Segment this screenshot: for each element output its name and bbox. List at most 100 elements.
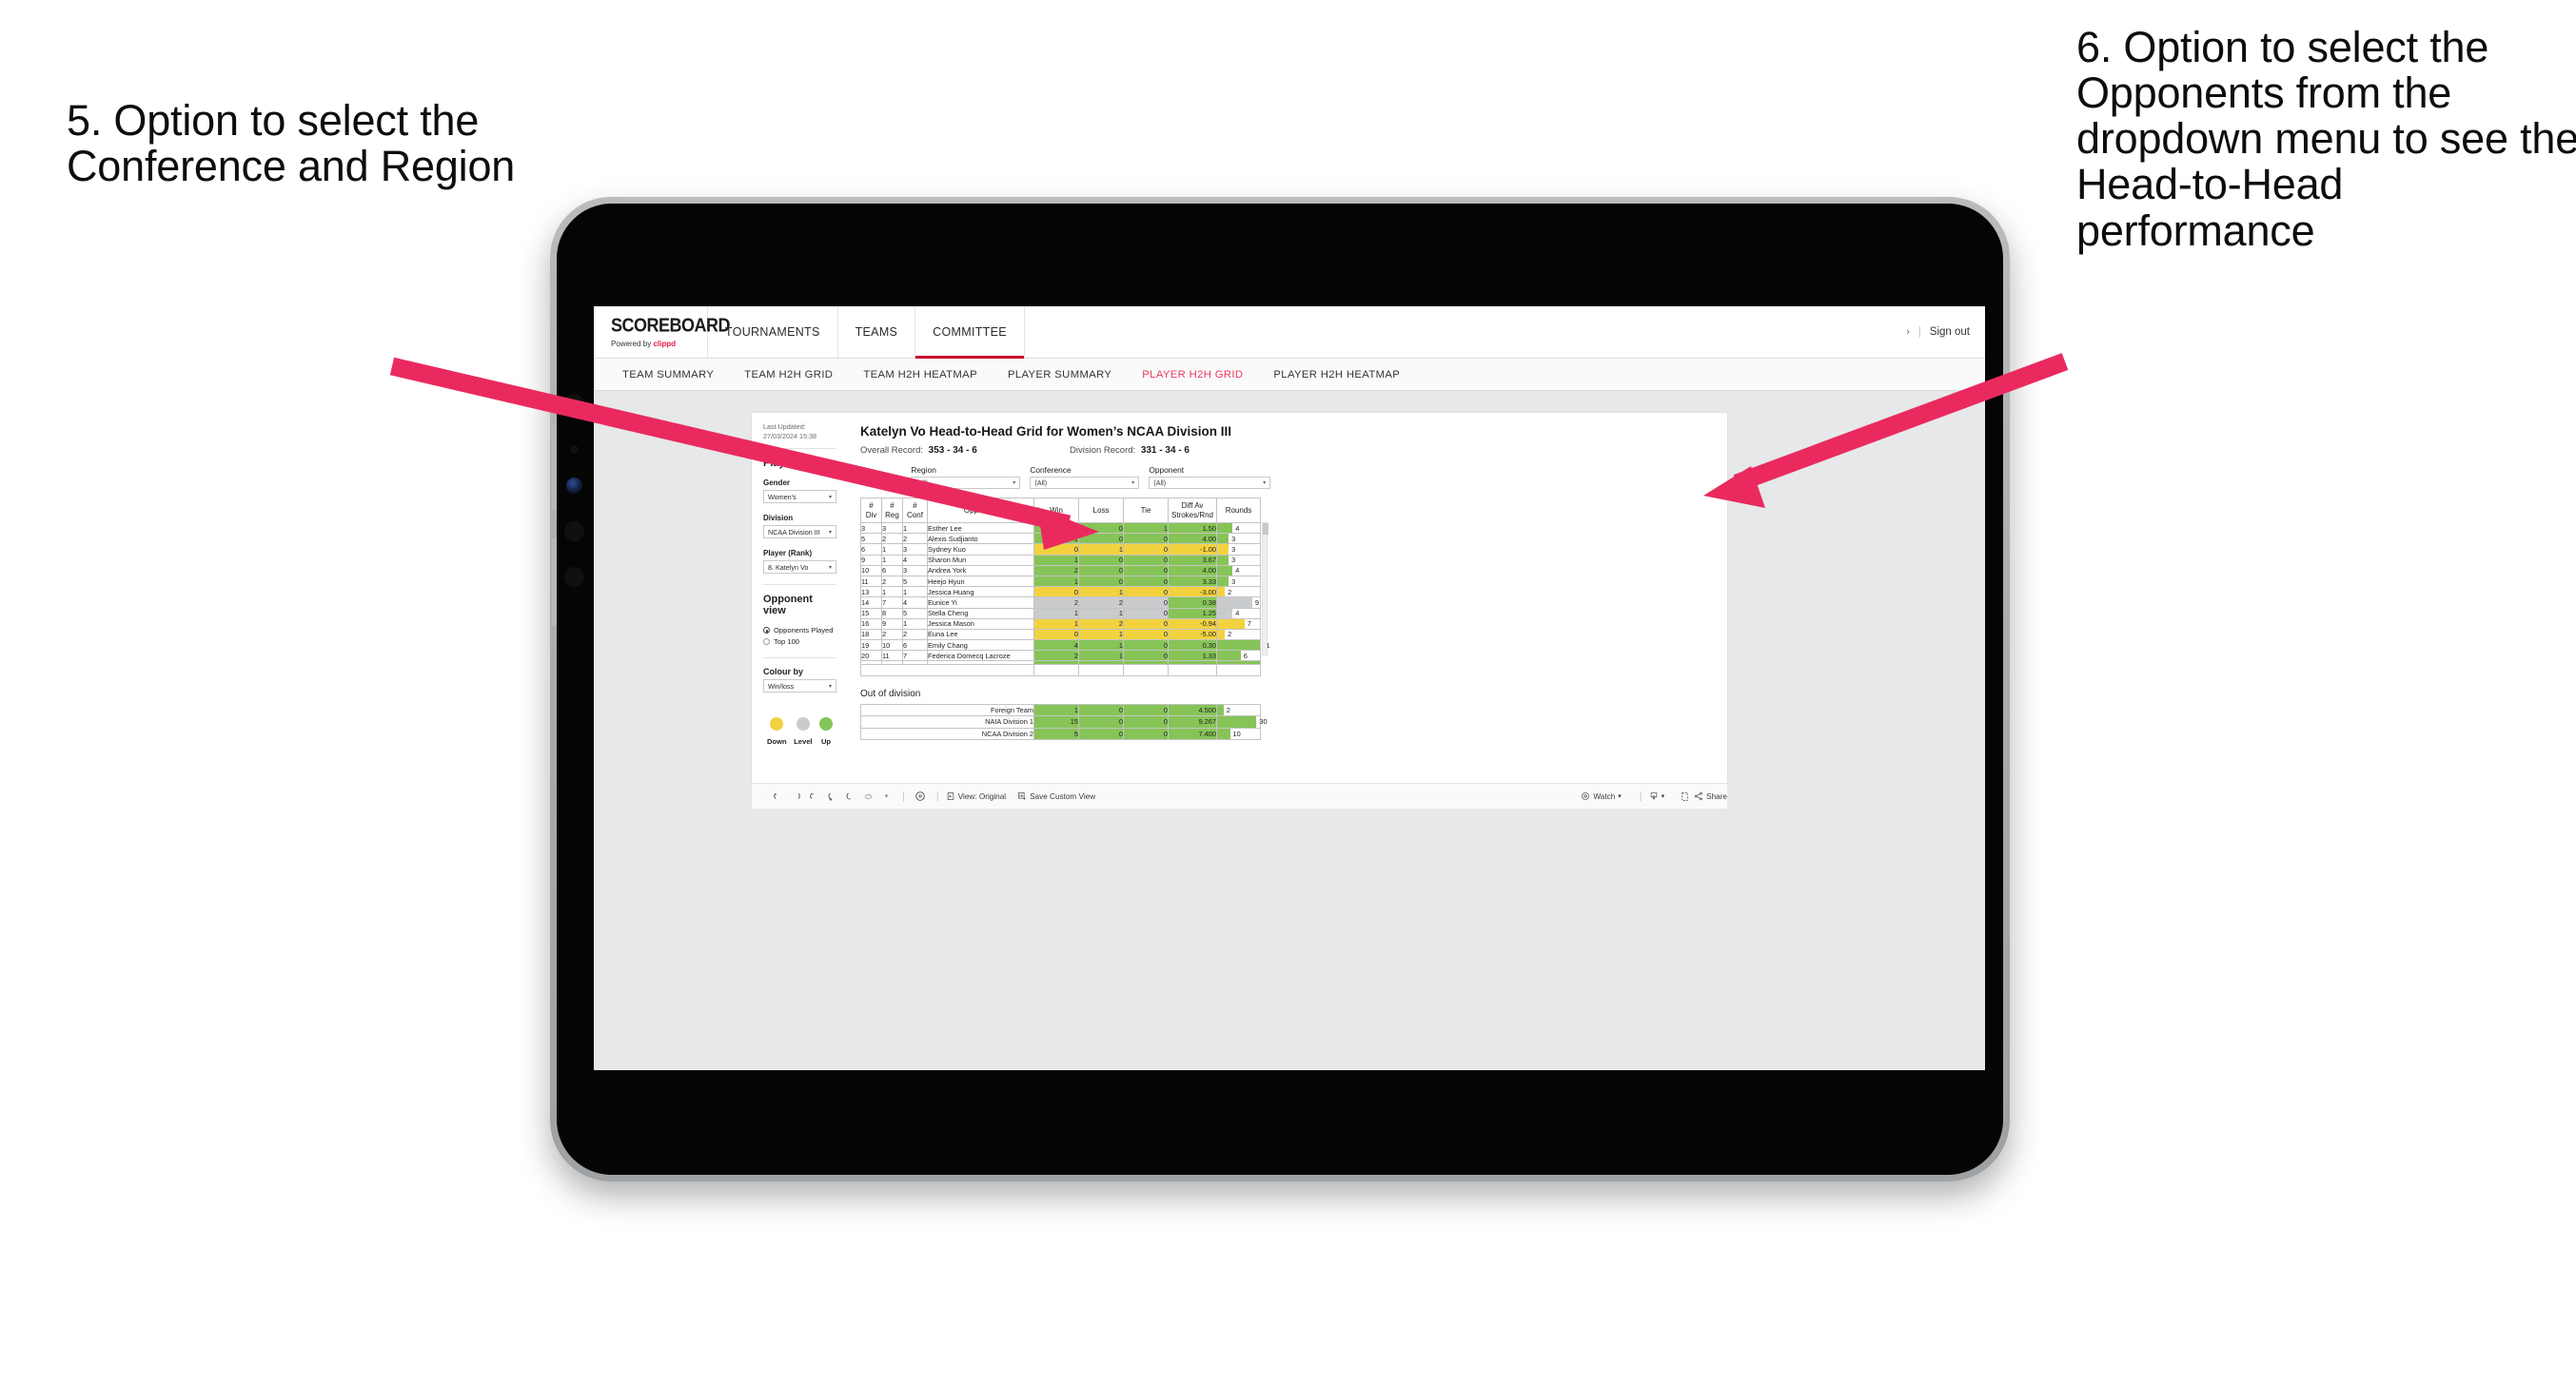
table-scrollbar-thumb[interactable] <box>1263 523 1268 535</box>
legend-label-up: Up <box>820 737 832 747</box>
sign-out-link[interactable]: Sign out <box>1930 326 1970 338</box>
app-logo[interactable]: SCOREBOARD Powered by clippd <box>594 306 731 358</box>
pause-refresh-icon[interactable] <box>841 791 859 802</box>
player-rank-value: 8. Katelyn Vo <box>768 562 809 572</box>
cell-tie: 0 <box>1123 650 1169 662</box>
download-button[interactable]: ▾ <box>1649 791 1664 801</box>
ood-cell-rounds: 2 <box>1216 703 1261 717</box>
opponent-value: (All) <box>1153 478 1167 487</box>
sidebar-divider-1 <box>763 448 836 450</box>
save-custom-view-button[interactable]: Save Custom View <box>1017 791 1095 801</box>
conference-select[interactable]: (All) ▾ <box>1030 477 1140 489</box>
view-original-label: View: Original <box>957 791 1007 801</box>
nav-tab-committee[interactable]: COMMITTEE <box>915 306 1025 359</box>
cell-rounds: 2 <box>1216 628 1261 641</box>
radio-selected-icon <box>763 627 770 634</box>
cell-conf: 6 <box>902 639 928 652</box>
share-button[interactable]: Share <box>1694 791 1727 801</box>
nav-tab-teams[interactable]: TEAMS <box>838 306 916 358</box>
table-row[interactable]: 15 8 5 Stella Cheng 1 1 0 1.25 4 <box>860 607 1261 619</box>
nav-tab-tournaments[interactable]: TOURNAMENTS <box>708 306 838 358</box>
table-scrollbar[interactable] <box>1262 522 1268 655</box>
cell-tie: 0 <box>1123 575 1169 588</box>
table-row[interactable]: 20 11 7 Federica Domecq Lacroze 2 1 0 1.33 6 <box>860 650 1261 662</box>
cell-loss: 2 <box>1078 596 1124 609</box>
cell-tie: 1 <box>1123 521 1169 535</box>
cell-rounds: 6 <box>1216 650 1261 662</box>
table-row[interactable]: 14 7 4 Eunice Yi 2 2 0 0.38 9 <box>860 596 1261 609</box>
refresh-icon[interactable] <box>823 791 841 802</box>
table-row[interactable]: 18 2 2 Euna Lee 0 1 0 -5.00 2 <box>860 628 1261 641</box>
cell-reg: 9 <box>881 617 903 630</box>
table-row[interactable]: 9 1 4 Sharon Mun 1 0 0 3.67 3 <box>860 554 1261 566</box>
table-row[interactable]: 5 2 2 Alexis Sudjianto 1 0 0 4.00 3 <box>860 533 1261 545</box>
division-select[interactable]: NCAA Division III ▾ <box>763 525 836 539</box>
chevron-down-icon: ▾ <box>828 564 832 571</box>
sidebar-divider-3 <box>763 657 836 659</box>
subtab-player-h2h-heatmap[interactable]: PLAYER H2H HEATMAP <box>1258 369 1415 381</box>
table-row[interactable]: 11 2 5 Heejo Hyun 1 0 0 3.33 3 <box>860 575 1261 588</box>
pan-dropdown-caret-icon[interactable]: ▾ <box>877 792 895 800</box>
opponent-filter: Opponent (All) ▾ <box>1149 465 1271 489</box>
sidebar-divider-2 <box>763 584 836 586</box>
subtab-team-h2h-grid[interactable]: TEAM H2H GRID <box>729 369 848 381</box>
out-of-division-row[interactable]: Foreign Team 1 0 0 4.500 2 <box>860 703 1261 717</box>
cell-tie: 0 <box>1123 543 1169 556</box>
cell-win: 1 <box>1033 554 1079 566</box>
table-row[interactable]: 19106Emily Chang4100.3011 <box>860 639 1270 652</box>
legend-label-level: Level <box>794 737 813 747</box>
table-empty-space <box>860 664 1261 676</box>
th-win: Win <box>1033 498 1079 523</box>
th-tie: Tie <box>1123 498 1169 523</box>
undo-icon[interactable] <box>769 791 787 802</box>
subtab-player-h2h-grid[interactable]: PLAYER H2H GRID <box>1127 369 1258 381</box>
cell-loss: 0 <box>1078 564 1124 576</box>
h2h-grid-wrapper: # Div # Reg # Conf Opponent Win Loss Tie Di… <box>860 498 1270 676</box>
pause-icon[interactable] <box>912 791 930 802</box>
radio-top-100[interactable]: Top 100 <box>763 637 836 646</box>
fullscreen-icon[interactable] <box>1676 791 1694 802</box>
table-row[interactable]: 3 3 1 Esther Lee 1 0 1 1.50 4 <box>860 521 1261 535</box>
opponent-select[interactable]: (All) ▾ <box>1149 477 1271 489</box>
subtab-player-summary[interactable]: PLAYER SUMMARY <box>993 369 1127 381</box>
volume-up-button <box>552 422 557 510</box>
nav-divider: | <box>1917 326 1921 338</box>
cell-div: 19 <box>860 639 882 652</box>
watch-button[interactable]: Watch ▾ <box>1581 791 1622 801</box>
gender-select[interactable]: Women’s ▾ <box>763 490 836 504</box>
colour-by-value: Win/loss <box>768 681 795 691</box>
out-of-division-row[interactable]: NAIA Division 1 15 0 0 9.267 30 <box>860 715 1268 729</box>
view-original-button[interactable]: View: Original <box>946 791 1006 801</box>
table-row[interactable]: 13 1 1 Jessica Huang 0 1 0 -3.00 2 <box>860 586 1261 598</box>
redo-icon[interactable] <box>787 791 805 802</box>
chevron-right-icon[interactable]: › <box>1906 326 1910 338</box>
cell-tie: 0 <box>1123 554 1169 566</box>
out-of-division-row[interactable]: NCAA Division 2 5 0 0 7.400 10 <box>860 727 1261 741</box>
legend-dot-level-icon <box>796 717 810 732</box>
cell-conf: 4 <box>902 554 928 566</box>
colour-by-select[interactable]: Win/loss ▾ <box>763 679 836 693</box>
conference-value: (All) <box>1034 478 1048 487</box>
cell-diff: -5.00 <box>1168 628 1217 641</box>
colour-legend: Down Level Up <box>763 717 836 746</box>
cell-reg: 2 <box>881 533 903 545</box>
player-rank-select[interactable]: 8. Katelyn Vo ▾ <box>763 560 836 575</box>
subtab-team-summary[interactable]: TEAM SUMMARY <box>607 369 729 381</box>
table-row[interactable]: 16 9 1 Jessica Mason 1 2 0 -0.94 7 <box>860 617 1261 630</box>
table-row[interactable]: 6 1 3 Sydney Kuo 0 1 0 -1.00 3 <box>860 543 1261 556</box>
cell-loss: 1 <box>1078 628 1124 641</box>
subtab-team-h2h-heatmap[interactable]: TEAM H2H HEATMAP <box>848 369 993 381</box>
h2h-grid-body: 3 3 1 Esther Lee 1 0 1 1.50 4 5 2 2 Alexis Sudjianto… <box>860 521 1270 676</box>
cell-opponent: Heejo Hyun <box>927 575 1034 588</box>
ood-cell-win: 15 <box>1033 715 1079 729</box>
cell-win: 1 <box>1033 607 1079 619</box>
division-label: Division <box>763 514 794 523</box>
radio-opponents-played[interactable]: Opponents Played <box>763 626 836 634</box>
region-filter: Region (All) ▾ <box>911 465 1021 489</box>
opponent-filters: Opponents: Region (All) ▾ Conference (Al <box>860 465 1712 489</box>
pan-icon[interactable] <box>859 791 877 802</box>
region-select[interactable]: (All) ▾ <box>911 477 1021 489</box>
cell-tie: 0 <box>1123 586 1169 598</box>
revert-icon[interactable] <box>805 791 823 802</box>
table-row[interactable]: 10 6 3 Andrea York 2 0 0 4.00 4 <box>860 564 1261 576</box>
